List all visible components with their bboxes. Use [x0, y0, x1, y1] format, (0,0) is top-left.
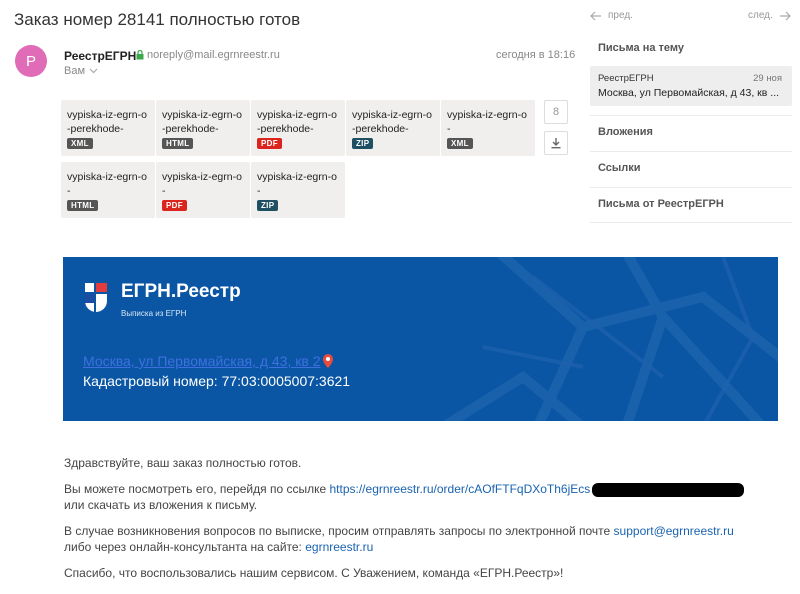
attachment-tile[interactable]: vypiska-iz-egrn-o- HTML — [61, 162, 155, 218]
property-address[interactable]: Москва, ул Первомайская, д 43, кв 2 — [83, 353, 333, 369]
order-text-suffix: или скачать из вложения к письму. — [64, 498, 258, 512]
support-text-prefix: В случае возникновения вопросов по выпис… — [64, 524, 614, 538]
file-type-badge: ZIP — [257, 200, 279, 211]
chevron-down-icon — [89, 68, 98, 74]
location-pin-icon — [322, 354, 333, 368]
thanks-text: Спасибо, что воспользовались нашим серви… — [64, 566, 564, 580]
attachment-tile[interactable]: vypiska-iz-egrn-o-perekhode- PDF — [251, 100, 345, 156]
sender-email-block: noreply@mail.egrnreestr.ru — [136, 49, 280, 61]
order-text-prefix: Вы можете посмотреть его, перейдя по ссы… — [64, 482, 330, 496]
order-paragraph-line1: Вы можете посмотреть его, перейдя по ссы… — [64, 481, 745, 497]
recipient-label: Вам — [64, 65, 86, 77]
arrow-right-icon — [779, 11, 791, 20]
attachment-tile[interactable]: vypiska-iz-egrn-o- ZIP — [251, 162, 345, 218]
file-type-badge: ZIP — [352, 138, 374, 149]
sender-name[interactable]: РеестрЕГРН — [64, 49, 136, 63]
thread-section-title[interactable]: Письма на тему — [598, 42, 684, 54]
arrow-left-icon — [590, 11, 601, 20]
sidebar-divider — [590, 151, 792, 152]
prev-message-link[interactable]: пред. — [590, 10, 633, 21]
thread-snippet: Москва, ул Первомайская, д 43, кв ... — [598, 87, 780, 99]
support-paragraph-line1: В случае возникновения вопросов по выпис… — [64, 523, 734, 539]
sidebar-divider — [590, 222, 792, 223]
banner-brand: ЕГРН.Реестр — [121, 281, 241, 302]
sender-email[interactable]: noreply@mail.egrnreestr.ru — [147, 49, 280, 61]
attachment-tile[interactable]: vypiska-iz-egrn-o- XML — [441, 100, 535, 156]
sidebar-divider — [590, 187, 792, 188]
sender-avatar[interactable]: P — [15, 45, 47, 77]
attachment-tile[interactable]: vypiska-iz-egrn-o-perekhode- XML — [61, 100, 155, 156]
thread-sender: РеестрЕГРН — [598, 73, 654, 84]
file-type-badge: PDF — [162, 200, 187, 211]
download-all-button[interactable] — [544, 131, 568, 155]
sidebar-item-links[interactable]: Ссылки — [598, 162, 641, 174]
attachment-tile[interactable]: vypiska-iz-egrn-o-perekhode- HTML — [156, 100, 250, 156]
banner-tagline: Выписка из ЕГРН — [121, 309, 187, 318]
thread-item[interactable]: РеестрЕГРН 29 ноя Москва, ул Первомайска… — [590, 66, 792, 106]
file-type-badge: XML — [67, 138, 93, 149]
attachment-name: vypiska-iz-egrn-o- — [447, 109, 527, 135]
file-type-badge: HTML — [67, 200, 99, 211]
egrn-banner: ЕГРН.Реестр Выписка из ЕГРН Москва, ул П… — [63, 257, 778, 421]
attachment-count-button[interactable]: 8 — [544, 100, 568, 124]
attachment-name: vypiska-iz-egrn-o-perekhode- — [257, 109, 337, 135]
greeting-text: Здравствуйте, ваш заказ полностью готов. — [64, 456, 302, 470]
attachment-name: vypiska-iz-egrn-o- — [162, 171, 242, 197]
egrn-logo-icon — [85, 283, 107, 319]
attachment-name: vypiska-iz-egrn-o-perekhode- — [352, 109, 432, 135]
message-subject: Заказ номер 28141 полностью готов — [14, 10, 301, 29]
file-type-badge: XML — [447, 138, 473, 149]
thread-date: 29 ноя — [753, 73, 782, 84]
message-date: сегодня в 18:16 — [496, 49, 576, 61]
attachment-name: vypiska-iz-egrn-o- — [67, 171, 147, 197]
attachment-tile[interactable]: vypiska-iz-egrn-o-perekhode- ZIP — [346, 100, 440, 156]
lock-icon — [136, 50, 144, 60]
site-link[interactable]: egrnreestr.ru — [305, 540, 373, 554]
support-text-mid: либо через онлайн-консультанта на сайте: — [64, 540, 306, 554]
support-email-link[interactable]: support@egrnreestr.ru — [614, 524, 734, 538]
prev-label: пред. — [608, 10, 633, 21]
recipient[interactable]: Вам — [64, 65, 98, 77]
next-label: след. — [748, 10, 773, 21]
support-paragraph-line2: либо через онлайн-консультанта на сайте:… — [64, 539, 373, 555]
file-type-badge: PDF — [257, 138, 282, 149]
order-link[interactable]: https://egrnreestr.ru/order/cAOfFTFqDXoT… — [330, 482, 591, 496]
sidebar-item-attachments[interactable]: Вложения — [598, 126, 653, 138]
file-type-badge: HTML — [162, 138, 194, 149]
sidebar-item-from-sender[interactable]: Письма от РеестрЕГРН — [598, 198, 724, 210]
attachment-name: vypiska-iz-egrn-o-perekhode- — [162, 109, 242, 135]
attachment-name: vypiska-iz-egrn-o-perekhode- — [67, 109, 147, 135]
redacted-overlay — [592, 482, 745, 497]
sidebar-divider — [590, 115, 792, 116]
download-icon — [551, 138, 561, 149]
next-message-link[interactable]: след. — [748, 10, 791, 21]
attachment-tile[interactable]: vypiska-iz-egrn-o- PDF — [156, 162, 250, 218]
attachment-name: vypiska-iz-egrn-o- — [257, 171, 337, 197]
cadastral-number: Кадастровый номер: 77:03:0005007:3621 — [83, 373, 351, 389]
address-link[interactable]: Москва, ул Первомайская, д 43, кв 2 — [83, 353, 321, 369]
